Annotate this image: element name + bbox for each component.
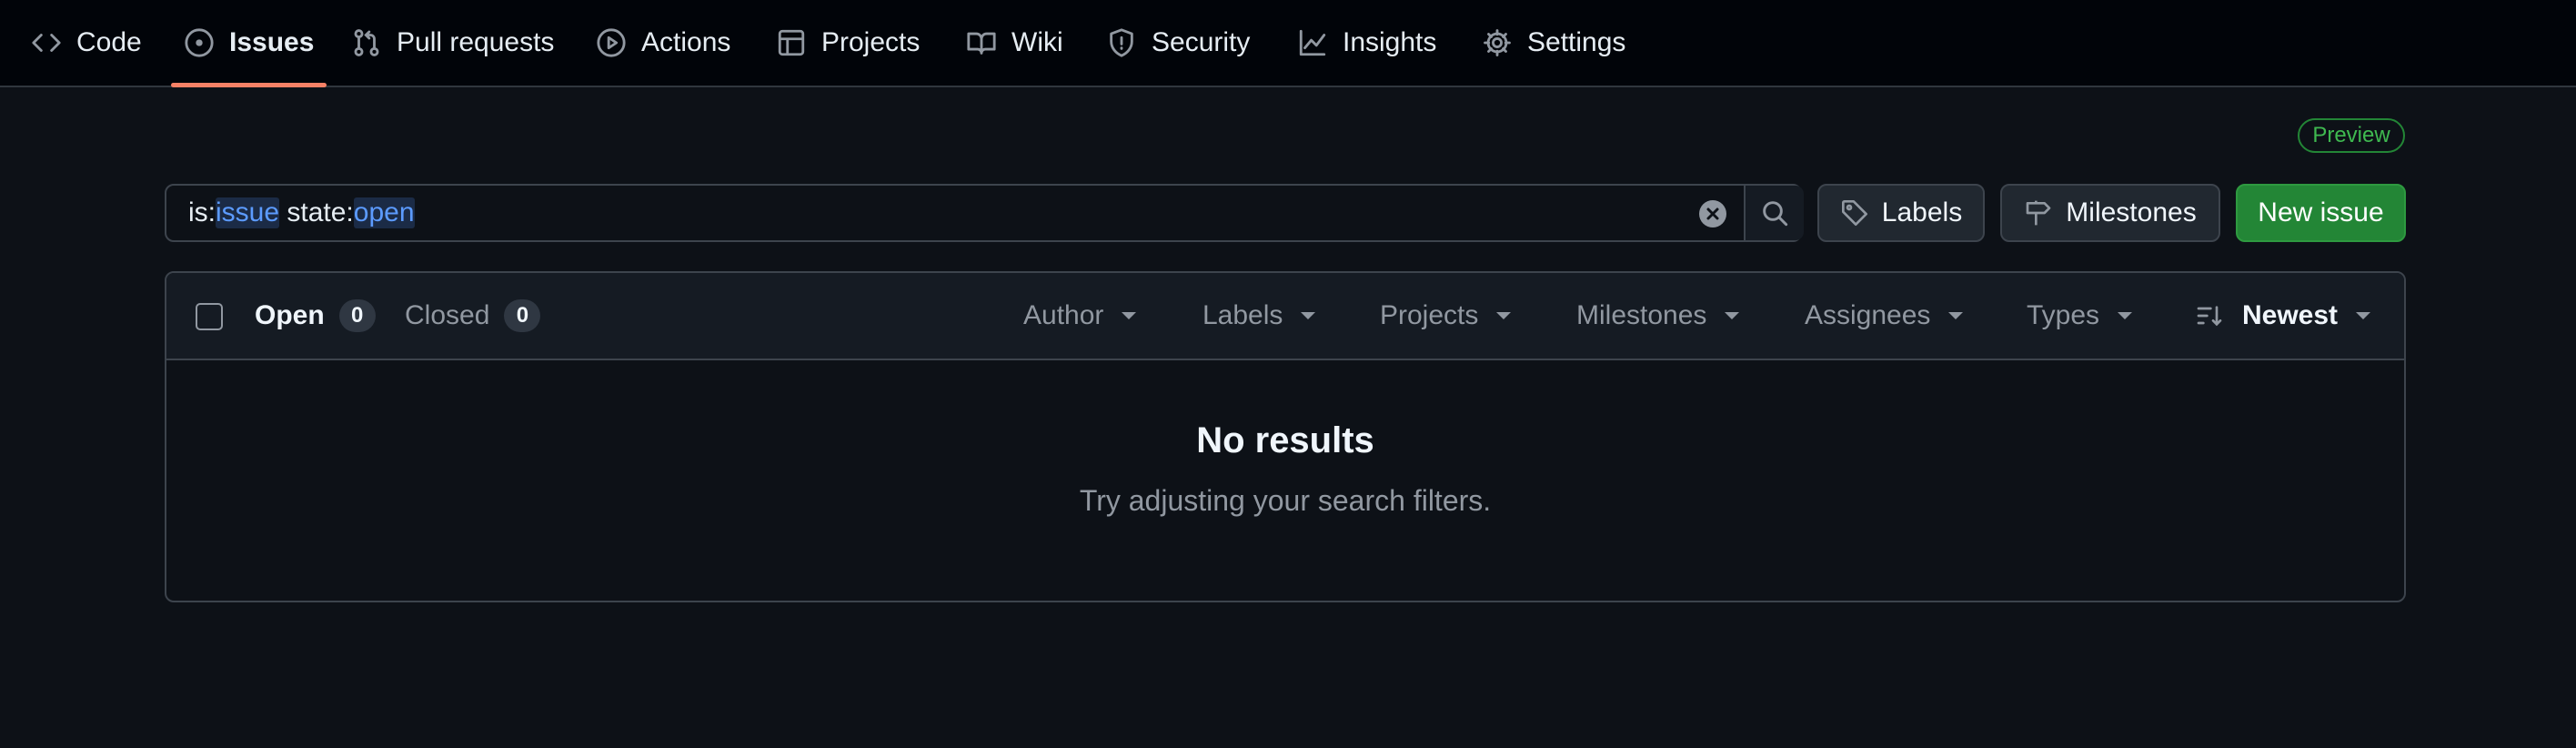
triangle-down-icon	[2118, 312, 2133, 319]
tab-projects[interactable]: Projects	[776, 0, 920, 86]
open-label: Open	[255, 300, 325, 330]
labels-button[interactable]: Labels	[1817, 184, 1985, 242]
x-circle-fill-icon	[1699, 200, 1726, 227]
closed-label: Closed	[405, 300, 490, 330]
projects-filter-label: Projects	[1380, 300, 1479, 330]
tab-label: Issues	[229, 27, 315, 57]
tab-label: Actions	[641, 27, 731, 57]
triangle-down-icon	[1122, 312, 1137, 319]
tag-icon	[1840, 198, 1869, 227]
play-icon	[596, 27, 627, 58]
tab-settings[interactable]: Settings	[1482, 0, 1625, 86]
tab-pull-requests[interactable]: Pull requests	[351, 0, 554, 86]
code-icon	[31, 27, 62, 58]
milestones-filter[interactable]: Milestones	[1576, 273, 1740, 359]
search-icon	[1763, 201, 1788, 227]
tab-label: Insights	[1343, 27, 1437, 57]
tab-label: Code	[76, 27, 142, 57]
types-filter-label: Types	[2027, 300, 2100, 330]
tab-insights[interactable]: Insights	[1297, 0, 1436, 86]
tab-label: Security	[1152, 27, 1251, 57]
open-issues-tab[interactable]: Open 0	[255, 273, 376, 359]
author-filter-label: Author	[1023, 300, 1104, 330]
sort-dropdown[interactable]: Newest	[2195, 273, 2371, 359]
new-issue-button-label: New issue	[2258, 197, 2384, 227]
select-all-checkbox[interactable]	[196, 303, 223, 330]
empty-state-subtitle: Try adjusting your search filters.	[1079, 484, 1492, 517]
issues-search-input[interactable]: is: issue state: open	[165, 184, 1804, 242]
tab-issues[interactable]: Issues	[170, 0, 327, 87]
issue-opened-icon	[184, 27, 215, 58]
clear-search-button[interactable]	[1698, 199, 1727, 228]
tab-label: Projects	[821, 27, 921, 57]
gear-icon	[1482, 27, 1513, 58]
git-pull-request-icon	[351, 27, 382, 58]
open-count-badge: 0	[338, 299, 376, 332]
milestones-button-label: Milestones	[2066, 197, 2197, 227]
empty-state-title: No results	[1196, 420, 1374, 460]
projects-filter[interactable]: Projects	[1380, 273, 1512, 359]
assignees-filter[interactable]: Assignees	[1805, 273, 1964, 359]
repo-nav: Code Issues Pull requests Actions Projec…	[0, 0, 2576, 87]
tab-label: Wiki	[1011, 27, 1063, 57]
book-icon	[966, 27, 997, 58]
triangle-down-icon	[1301, 312, 1316, 319]
issues-list: Open 0 Closed 0 Author Labels Projects M…	[165, 271, 2406, 602]
types-filter[interactable]: Types	[2027, 273, 2133, 359]
sort-desc-icon	[2195, 301, 2224, 330]
table-icon	[776, 27, 807, 58]
query-qualifier-is: is:	[188, 197, 216, 227]
milestones-filter-label: Milestones	[1576, 300, 1707, 330]
triangle-down-icon	[1725, 312, 1740, 319]
tab-label: Pull requests	[397, 27, 555, 57]
query-qualifier-state: state:	[279, 197, 354, 227]
tab-security[interactable]: Security	[1106, 0, 1250, 86]
sort-label: Newest	[2242, 300, 2339, 330]
tab-label: Settings	[1527, 27, 1626, 57]
query-value-open: open	[353, 197, 415, 228]
graph-icon	[1297, 27, 1328, 58]
tab-actions[interactable]: Actions	[596, 0, 730, 86]
closed-count-badge: 0	[504, 299, 541, 332]
issues-list-header: Open 0 Closed 0 Author Labels Projects M…	[166, 273, 2404, 360]
milestones-button[interactable]: Milestones	[2000, 184, 2220, 242]
closed-issues-tab[interactable]: Closed 0	[405, 273, 541, 359]
labels-filter[interactable]: Labels	[1202, 273, 1316, 359]
shield-icon	[1106, 27, 1137, 58]
triangle-down-icon	[1948, 312, 1964, 319]
search-query[interactable]: is: issue state: open	[188, 186, 415, 240]
labels-button-label: Labels	[1881, 197, 1963, 227]
milestone-icon	[2024, 198, 2053, 227]
tab-code[interactable]: Code	[31, 0, 142, 86]
new-issue-button[interactable]: New issue	[2236, 184, 2406, 242]
triangle-down-icon	[1496, 312, 1512, 319]
search-button[interactable]	[1744, 186, 1804, 240]
preview-badge: Preview	[2298, 118, 2405, 153]
labels-filter-label: Labels	[1202, 300, 1283, 330]
author-filter[interactable]: Author	[1023, 273, 1137, 359]
triangle-down-icon	[2356, 312, 2371, 319]
assignees-filter-label: Assignees	[1805, 300, 1931, 330]
tab-wiki[interactable]: Wiki	[966, 0, 1063, 86]
query-value-issue: issue	[216, 197, 280, 228]
